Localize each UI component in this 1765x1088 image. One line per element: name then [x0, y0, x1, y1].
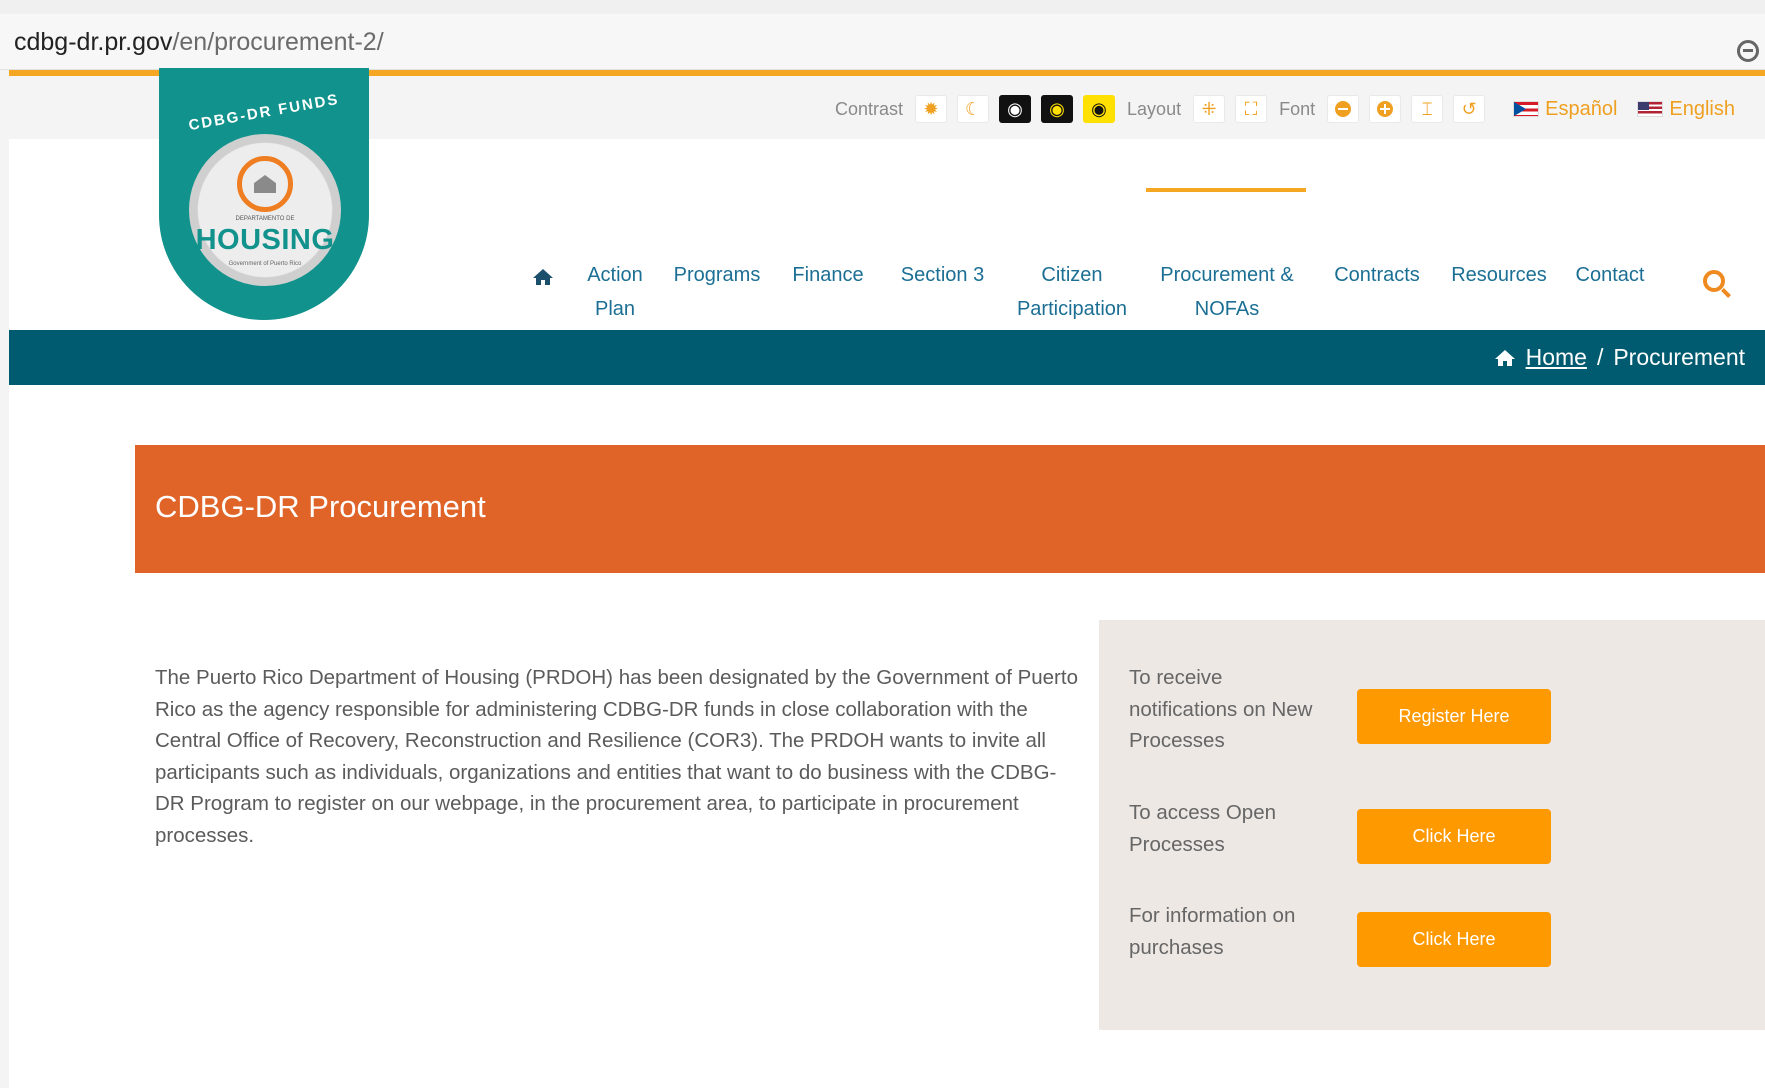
sun-contrast-icon[interactable]: ✹: [915, 95, 948, 123]
purchases-row-text: For information on purchases: [1129, 904, 1296, 959]
page-hero-banner: CDBG-DR Procurement: [135, 445, 1765, 573]
nav-item-programs[interactable]: Programs: [667, 258, 767, 292]
us-flag-icon: [1637, 101, 1664, 117]
home-icon: [1494, 349, 1515, 366]
open-processes-button[interactable]: Click Here: [1357, 809, 1551, 864]
eye-dark-yellow-icon[interactable]: ◉: [1041, 95, 1074, 123]
nav-item-section-3[interactable]: Section 3: [890, 258, 995, 292]
language-english[interactable]: English: [1637, 98, 1735, 121]
open-processes-row-text: To access Open Processes: [1129, 801, 1276, 856]
nav-item-procurement-nofas[interactable]: Procurement & NOFAs: [1157, 258, 1297, 326]
nav-item-contracts[interactable]: Contracts: [1327, 258, 1427, 292]
breadcrumb-separator: /: [1596, 344, 1604, 370]
language-espanol-label: Español: [1545, 97, 1618, 120]
browser-top-strip: [0, 0, 1765, 14]
font-decrease-icon[interactable]: [1327, 95, 1360, 123]
puerto-rico-flag-icon: [1513, 101, 1540, 117]
register-row-text: To receive notifications on New Processe…: [1129, 666, 1313, 752]
reset-icon[interactable]: ↺: [1453, 95, 1486, 123]
logo-housing-word: HOUSING: [195, 224, 335, 256]
eye-yellow-icon[interactable]: ◉: [1083, 95, 1116, 123]
nav-active-indicator: [1146, 188, 1306, 192]
window-left-edge: [0, 70, 9, 1088]
font-label: Font: [1279, 98, 1316, 119]
moon-contrast-icon[interactable]: ☾: [957, 95, 990, 123]
zoom-icon[interactable]: [1737, 40, 1759, 62]
url-host: cdbg-dr.pr.gov: [14, 28, 173, 56]
nav-item-citizen-participation[interactable]: Citizen Participation: [1007, 258, 1137, 326]
address-bar[interactable]: cdbg-dr.pr.gov/en/procurement-2/: [0, 14, 1765, 70]
layout-compress-icon[interactable]: ⁜: [1193, 95, 1226, 123]
housing-logo[interactable]: CDBG-DR FUNDS DEPARTAMENTO DE HOUSING Go…: [159, 68, 369, 320]
eye-dark-icon[interactable]: ◉: [999, 95, 1032, 123]
language-espanol[interactable]: Español: [1513, 98, 1617, 121]
nav-item-finance[interactable]: Finance: [783, 258, 873, 292]
search-icon[interactable]: [1703, 270, 1725, 292]
nav-item-resources[interactable]: Resources: [1444, 258, 1554, 292]
layout-label: Layout: [1127, 98, 1182, 119]
breadcrumb-home-link[interactable]: Home: [1526, 344, 1587, 371]
font-style-icon[interactable]: ⌶: [1411, 95, 1444, 123]
home-icon[interactable]: [532, 268, 554, 286]
layout-expand-icon[interactable]: ⛶: [1235, 95, 1268, 123]
accessibility-tools: Contrast ✹ ☾ ◉ ◉ ◉ Layout ⁜ ⛶ Font ⌶ ↺ E…: [833, 94, 1735, 124]
logo-dept-text: DEPARTAMENTO DE: [235, 216, 295, 222]
logo-seal: DEPARTAMENTO DE HOUSING Government of Pu…: [189, 134, 341, 286]
house-icon: [237, 156, 293, 212]
logo-government-text: Government of Puerto Rico: [228, 261, 302, 267]
nav-item-contact[interactable]: Contact: [1570, 258, 1650, 292]
font-increase-icon[interactable]: [1369, 95, 1402, 123]
site: Contrast ✹ ☾ ◉ ◉ ◉ Layout ⁜ ⛶ Font ⌶ ↺ E…: [9, 68, 1765, 1088]
procurement-actions-panel: To receive notifications on New Processe…: [1099, 620, 1765, 1030]
logo-arc-text: CDBG-DR FUNDS: [187, 90, 341, 135]
breadcrumb-bar: Home / Procurement: [9, 330, 1765, 385]
purchases-button[interactable]: Click Here: [1357, 912, 1551, 967]
nav-item-action-plan[interactable]: Action Plan: [575, 258, 655, 326]
breadcrumb-current: Procurement: [1613, 344, 1745, 370]
page-title: CDBG-DR Procurement: [155, 489, 486, 524]
intro-paragraph: The Puerto Rico Department of Housing (P…: [155, 666, 1078, 847]
breadcrumb: Home / Procurement: [1494, 344, 1745, 371]
language-english-label: English: [1669, 97, 1735, 120]
register-here-button[interactable]: Register Here: [1357, 689, 1551, 744]
contrast-label: Contrast: [835, 98, 904, 119]
url-path: /en/procurement-2/: [172, 28, 384, 56]
